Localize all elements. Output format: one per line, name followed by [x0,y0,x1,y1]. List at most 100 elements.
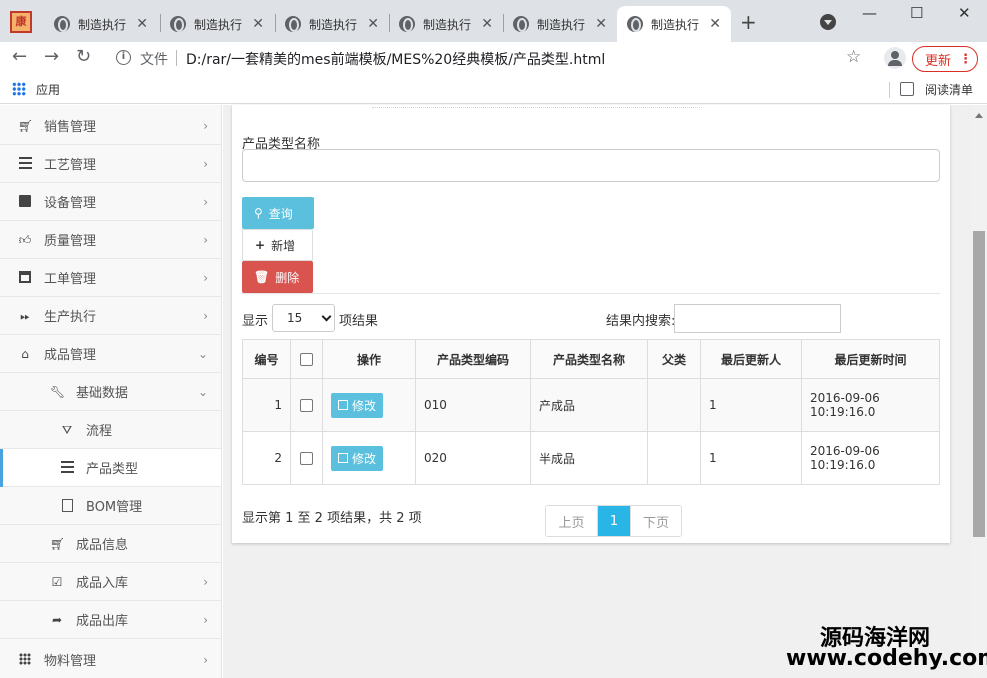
list-icon [18,156,32,171]
reading-list-button[interactable]: 阅读清单 [925,81,973,98]
window-close-button[interactable]: ✕ [958,4,971,22]
sidebar-item-label: 基础数据 [76,386,129,401]
update-label: 更新 [925,53,952,69]
product-type-name-input[interactable] [242,149,940,182]
sidebar-item-product-info[interactable]: 🛒︎ 成品信息 [0,525,221,563]
row-checkbox[interactable] [300,399,313,412]
fast-forward-icon: ⏩︎ [20,308,30,323]
column-header-parent[interactable]: 父类 [647,339,701,379]
update-button[interactable]: 更新 ⋮ [912,46,978,72]
close-tab-icon[interactable]: ✕ [367,16,379,32]
cell-action: 修改 [322,431,416,485]
pagination: 上页 1 下页 [545,505,682,537]
cell-select [290,378,323,432]
column-header-id[interactable]: 编号 [242,339,291,379]
sidebar-item-equipment[interactable]: 设备管理 › [0,183,221,221]
column-header-code[interactable]: 产品类型编码 [415,339,531,379]
sidebar-item-basic-data[interactable]: 🔧︎ 基础数据 ⌄ [0,373,221,411]
cell-updater: 1 [700,378,802,432]
home-icon: ⌂ [21,346,29,361]
browser-tab[interactable]: 制造执行 ✕ [275,6,389,42]
page-button-current[interactable]: 1 [598,506,630,536]
edit-button[interactable]: 修改 [331,392,384,418]
browser-tab[interactable]: 制造执行 ✕ [389,6,503,42]
sidebar-item-bom[interactable]: BOM管理 [0,487,221,525]
next-page-button[interactable]: 下页 [630,506,681,536]
close-tab-icon[interactable]: ✕ [136,16,148,32]
globe-icon [285,16,301,32]
sidebar-item-materials[interactable]: 物料管理 › [0,641,221,678]
cell-time-date: 2016-09-06 [810,444,880,458]
tab-search-icon[interactable] [820,14,836,30]
plus-icon: + [255,238,266,252]
product-type-table: 编号 操作 产品类型编码 产品类型名称 父类 最后更新人 最后更新时间 1 修改… [242,339,940,485]
table-row: 2 修改 020 半成品 1 2016-09-06 10:19:16.0 [242,431,940,485]
sidebar-item-stock-in[interactable]: ☑ 成品入库 › [0,563,221,601]
sidebar-item-stock-out[interactable]: ➦ 成品出库 › [0,601,221,639]
edit-button-label: 修改 [352,451,377,466]
sidebar-item-flow[interactable]: ⛛ 流程 [0,411,221,449]
new-tab-button[interactable]: + [740,10,757,34]
chevron-right-icon: › [203,575,208,589]
app-logo-icon[interactable]: 康 [10,11,32,33]
bookmark-star-icon[interactable]: ☆ [846,47,861,67]
sidebar-item-finished-goods[interactable]: ⌂ 成品管理 ⌄ [0,335,221,373]
profile-avatar-icon[interactable] [884,47,906,69]
sidebar-item-work-order[interactable]: 工单管理 › [0,259,221,297]
scroll-up-arrow-icon[interactable] [975,113,983,118]
sidebar-item-quality[interactable]: 👍︎ 质量管理 › [0,221,221,259]
apps-grid-icon[interactable] [12,82,26,96]
pagination-info: 显示第 1 至 2 项结果，共 2 项 [242,511,422,526]
sidebar-item-label: 销售管理 [44,120,97,135]
column-header-updater[interactable]: 最后更新人 [700,339,802,379]
sidebar-item-label: 质量管理 [44,234,97,249]
browser-tab[interactable]: 制造执行 ✕ [44,6,158,42]
add-button[interactable]: + 新增 [242,229,313,261]
reload-icon[interactable]: ↻ [76,46,91,67]
edit-icon [338,453,348,463]
search-input[interactable] [674,304,841,333]
close-tab-icon[interactable]: ✕ [595,16,607,32]
prev-page-button[interactable]: 上页 [546,506,598,536]
browser-tab[interactable]: 制造执行 ✕ [503,6,617,42]
delete-button[interactable]: 🗑︎ 删除 [242,261,313,293]
edit-button[interactable]: 修改 [331,445,384,471]
browser-tab-active[interactable]: 制造执行 ✕ [617,6,731,42]
query-button[interactable]: ⚲ 查询 [242,197,314,229]
delete-button-label: 删除 [275,270,300,285]
edit-icon [338,400,348,410]
sidebar-item-production[interactable]: ⏩︎ 生产执行 › [0,297,221,335]
column-header-select [290,339,323,379]
tab-title: 制造执行 [78,17,127,32]
globe-icon [170,16,186,32]
close-tab-icon[interactable]: ✕ [709,16,721,32]
sidebar-item-process[interactable]: 工艺管理 › [0,145,221,183]
close-tab-icon[interactable]: ✕ [481,16,493,32]
minimize-button[interactable]: — [862,4,877,22]
results-label: 项结果 [339,314,379,329]
back-arrow-icon[interactable]: ← [12,46,27,67]
column-header-time[interactable]: 最后更新时间 [801,339,940,379]
address-bar[interactable]: D:/rar/一套精美的mes前端模板/MES%20经典模板/产品类型.html [186,49,605,69]
table-header-row: 编号 操作 产品类型编码 产品类型名称 父类 最后更新人 最后更新时间 [242,339,940,379]
wrench-icon: 🔧︎ [50,384,66,399]
browser-tab[interactable]: 制造执行 ✕ [160,6,274,42]
row-checkbox[interactable] [300,452,313,465]
column-header-name[interactable]: 产品类型名称 [530,339,648,379]
maximize-button[interactable]: ☐ [910,4,923,22]
scroll-thumb[interactable] [973,231,985,537]
apps-bookmark[interactable]: 应用 [36,81,60,98]
tab-title: 制造执行 [651,17,700,32]
sidebar-item-sales[interactable]: 🛒︎ 销售管理 › [0,107,221,145]
close-tab-icon[interactable]: ✕ [252,16,264,32]
select-all-checkbox[interactable] [300,353,313,366]
sidebar: 🛒︎ 销售管理 › 工艺管理 › 设备管理 › 👍︎ 质量管理 › 工单管理 ›… [0,105,222,678]
road-icon: ⛛ [61,422,73,437]
cell-name: 产成品 [530,378,648,432]
forward-arrow-icon[interactable]: → [44,46,59,67]
reading-list-icon[interactable] [900,82,914,96]
vertical-scrollbar[interactable] [971,105,987,678]
site-info-icon[interactable]: i [116,50,131,65]
page-size-select[interactable]: 15 [272,304,335,332]
sidebar-item-product-type[interactable]: 产品类型 [0,449,221,487]
